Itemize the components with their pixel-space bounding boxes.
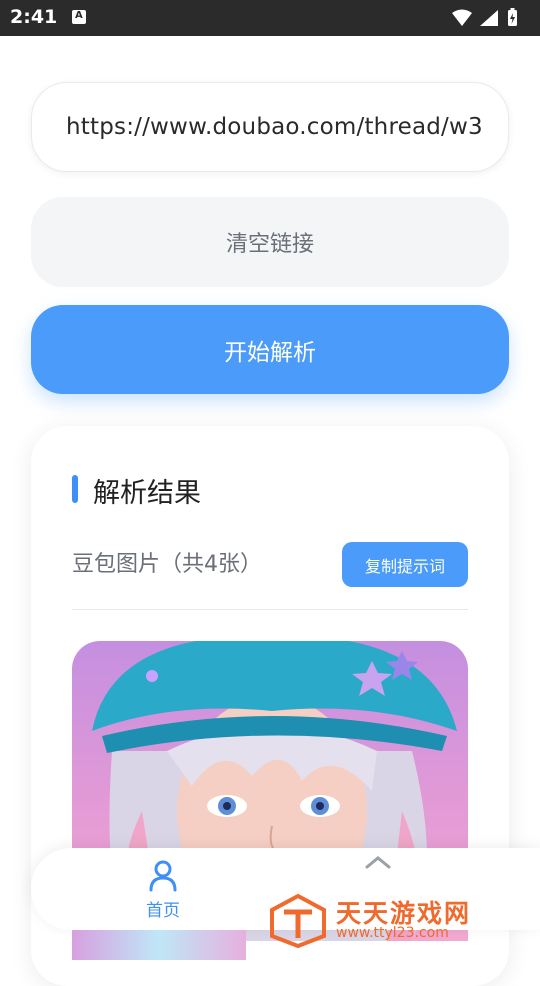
- divider: [72, 609, 468, 610]
- status-bar: 2:41: [0, 0, 540, 36]
- image-count-label: 豆包图片（共4张）: [72, 552, 262, 577]
- wifi-icon: [452, 9, 472, 26]
- battery-icon: [508, 8, 517, 26]
- nav-home-label: 首页: [146, 901, 180, 921]
- watermark-url: www.ttyl23.com: [336, 925, 449, 941]
- result-title: 解析结果: [93, 478, 201, 509]
- notification-icon: [72, 10, 86, 24]
- url-input-value: https://www.doubao.com/thread/w3: [66, 114, 483, 140]
- title-accent-bar: [72, 475, 78, 503]
- start-parse-button[interactable]: 开始解析: [31, 305, 509, 394]
- home-person-icon: [149, 860, 177, 896]
- chevron-up-icon[interactable]: [365, 854, 391, 873]
- nav-home[interactable]: 首页: [135, 860, 191, 922]
- signal-icon: [480, 10, 498, 26]
- url-input[interactable]: https://www.doubao.com/thread/w3: [31, 82, 509, 172]
- status-time: 2:41: [10, 6, 58, 28]
- copy-prompt-button[interactable]: 复制提示词: [342, 542, 468, 587]
- clear-link-button[interactable]: 清空链接: [31, 197, 509, 287]
- next-image-thumbnail[interactable]: [72, 930, 246, 960]
- status-icons: [450, 8, 530, 32]
- watermark: 天天游戏网 www.ttyl23.com: [268, 892, 498, 952]
